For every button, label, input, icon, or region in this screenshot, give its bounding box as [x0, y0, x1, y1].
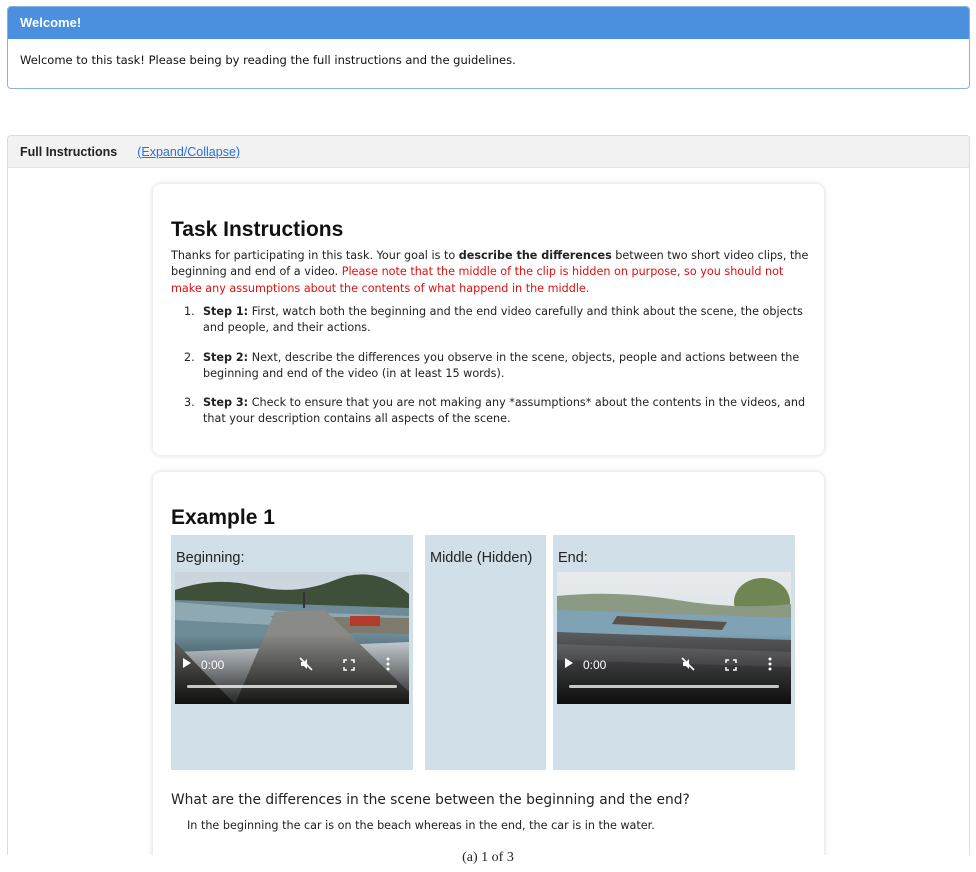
- step-number: 1.: [184, 305, 195, 318]
- play-icon[interactable]: [565, 658, 573, 668]
- more-options-icon[interactable]: [767, 657, 773, 671]
- expand-collapse-link[interactable]: (Expand/Collapse): [137, 145, 240, 159]
- step-text: Next, describe the differences you obser…: [203, 350, 800, 380]
- video-time: 0:00: [201, 658, 225, 672]
- more-options-icon[interactable]: [385, 657, 391, 671]
- beginning-video-player[interactable]: 0:00: [175, 572, 409, 704]
- full-instructions-title: Full Instructions: [20, 144, 118, 159]
- example-answer: In the beginning the car is on the beach…: [187, 819, 655, 832]
- task-intro: Thanks for participating in this task. Y…: [171, 248, 811, 297]
- fullscreen-icon[interactable]: [725, 659, 737, 671]
- task-instructions-card: Task Instructions Thanks for participati…: [153, 184, 824, 455]
- example-card: Example 1 Beginning: 0:00 Middle (Hidden…: [153, 472, 824, 855]
- video-progress-bar[interactable]: [569, 685, 779, 688]
- example-heading: Example 1: [171, 506, 275, 529]
- beginning-label: Beginning:: [176, 550, 245, 566]
- example-question: What are the differences in the scene be…: [171, 792, 690, 808]
- step-text: Check to ensure that you are not making …: [203, 396, 806, 426]
- step-label: Step 1:: [203, 305, 249, 318]
- end-video-player[interactable]: 0:00: [557, 572, 791, 704]
- step-label: Step 2:: [203, 350, 249, 364]
- step-number: 3.: [184, 396, 195, 410]
- step-item: 2. Step 2: Next, describe the difference…: [184, 350, 813, 383]
- video-time: 0:00: [583, 658, 607, 672]
- middle-column: Middle (Hidden): [425, 535, 546, 770]
- welcome-title: Welcome!: [8, 7, 969, 39]
- end-label: End:: [558, 550, 588, 566]
- step-item: 1. Step 1: First, watch both the beginni…: [184, 304, 813, 337]
- full-instructions-panel: Full Instructions (Expand/Collapse) Task…: [7, 135, 970, 855]
- step-item: 3. Step 3: Check to ensure that you are …: [184, 395, 813, 428]
- step-number: 2.: [184, 350, 195, 364]
- mute-icon[interactable]: [299, 657, 313, 671]
- figure-caption: (a) 1 of 3: [462, 850, 514, 865]
- task-instructions-heading: Task Instructions: [171, 218, 344, 241]
- fullscreen-icon[interactable]: [343, 659, 355, 671]
- video-progress-bar[interactable]: [187, 685, 397, 688]
- video-controls: 0:00: [557, 634, 791, 704]
- intro-text-1: Thanks for participating in this task. Y…: [171, 249, 459, 262]
- full-instructions-header: Full Instructions (Expand/Collapse): [8, 136, 969, 168]
- step-label: Step 3:: [203, 396, 249, 410]
- video-controls: 0:00: [175, 634, 409, 704]
- beginning-column: Beginning: 0:00: [171, 535, 413, 770]
- mute-icon[interactable]: [681, 657, 695, 671]
- steps-list: 1. Step 1: First, watch both the beginni…: [184, 304, 813, 441]
- middle-label: Middle (Hidden): [430, 550, 533, 566]
- welcome-text: Welcome to this task! Please being by re…: [20, 53, 516, 67]
- step-text: First, watch both the beginning and the …: [203, 305, 803, 335]
- welcome-panel: Welcome! Welcome to this task! Please be…: [7, 6, 970, 89]
- end-column: End: 0:00: [553, 535, 795, 770]
- play-icon[interactable]: [183, 658, 191, 668]
- intro-bold: describe the differences: [458, 249, 612, 262]
